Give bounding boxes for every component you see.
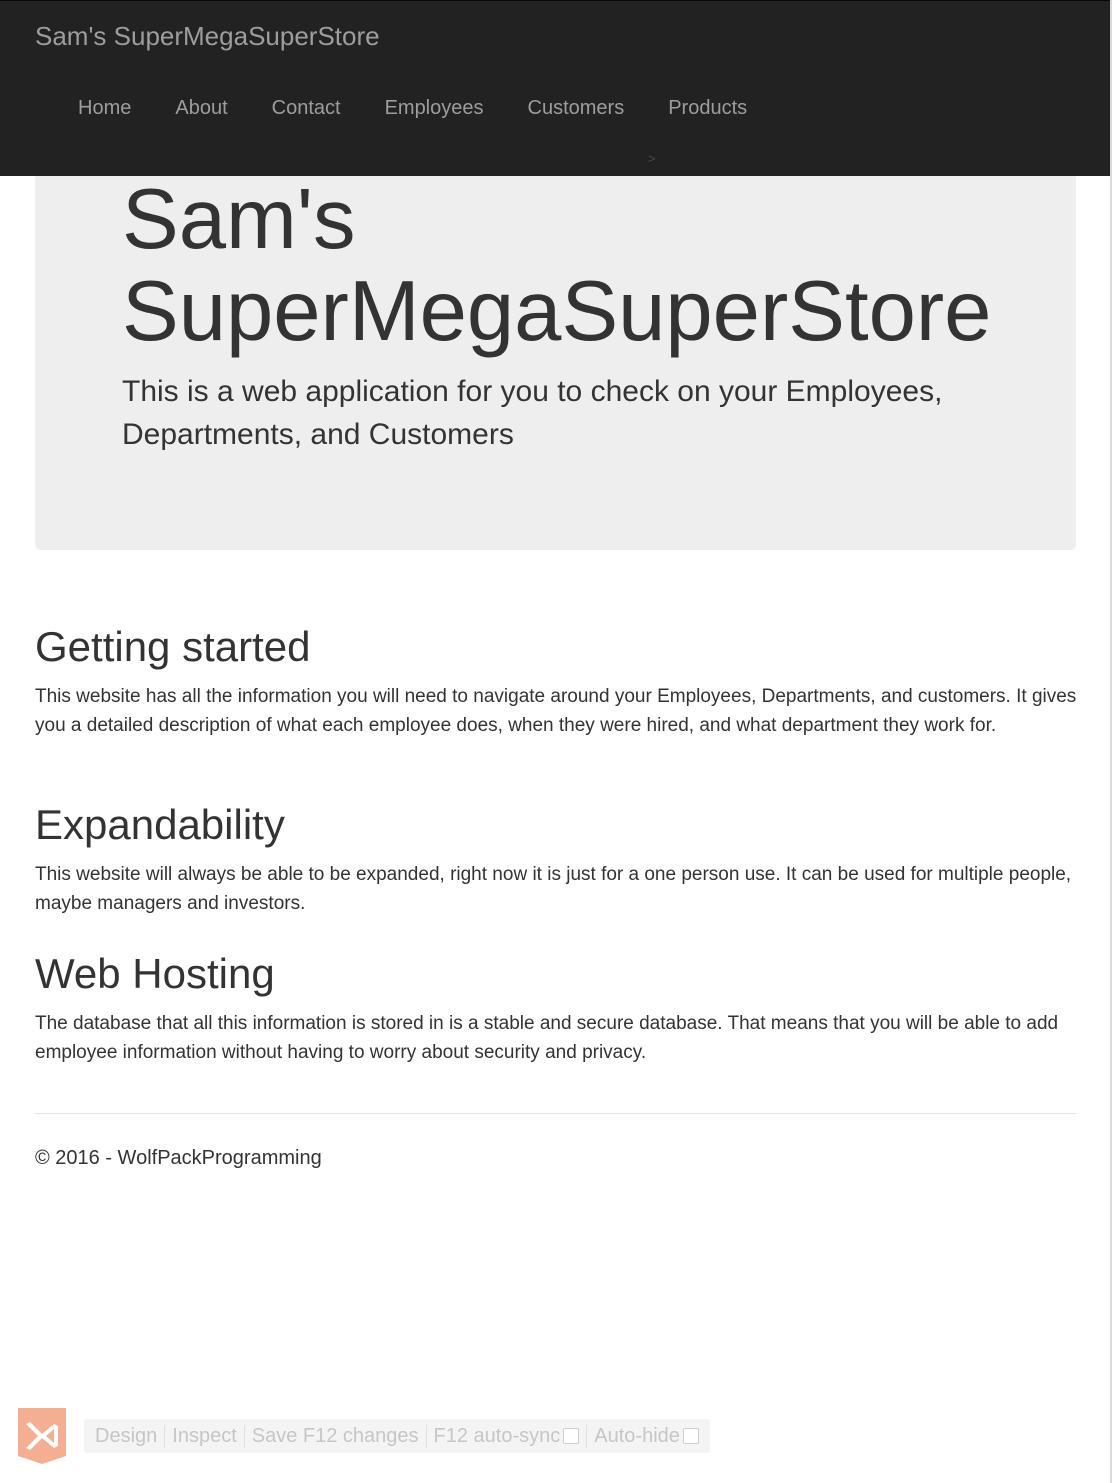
section-expandability: Expandability This website will always b… [35,798,1080,918]
nav-caret-icon: > [648,151,656,166]
design-button[interactable]: Design [88,1424,166,1448]
auto-hide-checkbox[interactable] [682,1428,699,1444]
inspect-button[interactable]: Inspect [165,1424,245,1448]
save-f12-changes-label: Save F12 changes [251,1424,419,1447]
auto-hide-toggle[interactable]: Auto-hide [587,1425,706,1448]
section-text: This website will always be able to be e… [35,864,1072,914]
nav-link-home[interactable]: Home [56,89,153,128]
section-heading: Expandability [35,801,285,848]
section-getting-started: Getting started This website has all the… [35,620,1080,740]
page: Sam's SuperMegaSuperStore Home About Con… [0,0,1114,1483]
jumbotron-title: Sam's SuperMegaSuperStore [122,172,992,359]
inspect-label: Inspect [172,1424,237,1447]
jumbotron: Sam's SuperMegaSuperStore This is a web … [35,172,1076,550]
design-label: Design [95,1424,158,1447]
nav-link-customers[interactable]: Customers [506,89,647,128]
top-navbar: Sam's SuperMegaSuperStore Home About Con… [0,0,1112,176]
visual-studio-icon[interactable] [16,1406,68,1466]
nav-links: Home About Contact Employees Customers P… [56,89,769,128]
window-right-edge [1110,0,1112,1483]
nav-link-products[interactable]: Products [646,89,769,128]
nav-link-about[interactable]: About [153,89,249,128]
navbar-brand[interactable]: Sam's SuperMegaSuperStore [35,21,380,52]
section-text: This website has all the information you… [35,686,1077,736]
section-heading: Getting started [35,623,311,670]
footer-copyright: © 2016 - WolfPackProgramming [35,1147,322,1169]
auto-hide-label: Auto-hide [594,1424,680,1447]
f12-auto-sync-checkbox[interactable] [563,1428,580,1444]
nav-link-contact[interactable]: Contact [250,89,363,128]
section-text: The database that all this information i… [35,1013,1059,1063]
f12-auto-sync-toggle[interactable]: F12 auto-sync [427,1424,588,1448]
jumbotron-lead: This is a web application for you to che… [122,375,943,451]
browser-link-toolbar: Design Inspect Save F12 changes F12 auto… [84,1419,710,1453]
nav-link-employees[interactable]: Employees [363,89,506,128]
f12-auto-sync-label: F12 auto-sync [433,1424,561,1447]
save-f12-changes-button[interactable]: Save F12 changes [245,1424,427,1448]
section-web-hosting: Web Hosting The database that all this i… [35,947,1080,1067]
footer-divider [35,1113,1076,1114]
section-heading: Web Hosting [35,950,275,997]
